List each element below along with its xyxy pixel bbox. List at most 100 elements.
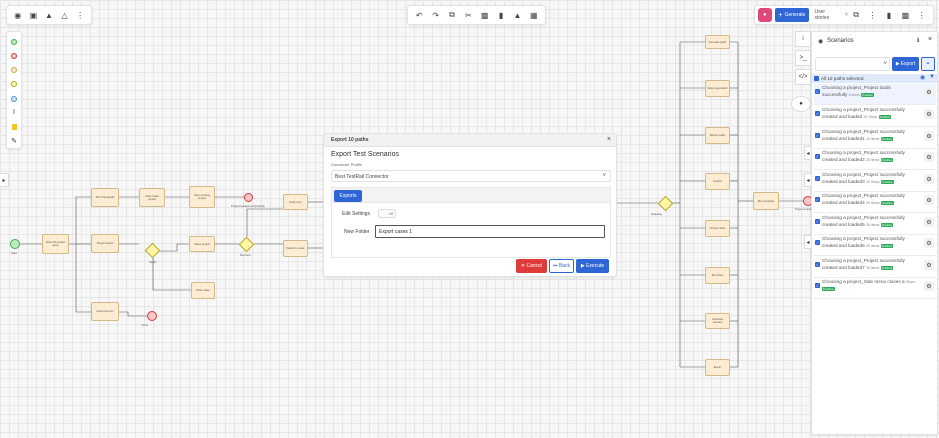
more-vertical-icon[interactable]: ⋮ bbox=[914, 7, 930, 23]
task-node[interactable]: Select project bbox=[189, 236, 215, 252]
scenario-item[interactable]: ✓ Choosing a project_Project successfull… bbox=[814, 106, 936, 127]
scenario-item[interactable]: ✓ Choosing a project_Project successfull… bbox=[814, 257, 936, 278]
gear-icon[interactable]: ⚙ bbox=[924, 174, 934, 184]
gear-icon[interactable]: ⚙ bbox=[924, 152, 934, 162]
gateway-icon[interactable] bbox=[6, 77, 22, 91]
task-node[interactable]: Fill in the details bbox=[91, 188, 119, 207]
copy-icon[interactable]: ⧉ bbox=[444, 7, 460, 23]
upload-icon[interactable]: ▲ bbox=[41, 7, 57, 23]
info-icon[interactable]: ℹ bbox=[917, 37, 919, 44]
gear-icon[interactable]: ⚙ bbox=[924, 195, 934, 205]
intermediate-event-icon[interactable] bbox=[6, 63, 22, 77]
layout-icon[interactable]: ▦ bbox=[526, 7, 542, 23]
generate-button[interactable]: + Generate bbox=[774, 8, 810, 22]
task-node[interactable]: Generate paths bbox=[705, 35, 730, 49]
globe-icon[interactable]: ◉ bbox=[10, 7, 26, 23]
task-node[interactable]: Generate scenario bbox=[705, 313, 730, 329]
flask-icon[interactable]: △ bbox=[57, 7, 73, 23]
task-node[interactable]: Select generation bbox=[705, 80, 730, 97]
scenario-checkbox[interactable]: ✓ bbox=[815, 89, 820, 94]
code-tab[interactable]: </> bbox=[795, 69, 811, 85]
chat-icon[interactable]: ▮ bbox=[881, 7, 897, 23]
gear-icon[interactable]: ⚙ bbox=[924, 281, 934, 291]
copy-icon[interactable]: ⧉ bbox=[848, 7, 864, 23]
end-event-icon[interactable] bbox=[6, 49, 22, 63]
task-node[interactable]: Export bbox=[705, 359, 730, 376]
gear-icon[interactable]: ⚙ bbox=[924, 109, 934, 119]
task-node[interactable]: Enter the project name bbox=[42, 234, 69, 254]
scenario-item[interactable]: ✓ Choosing a project_Project successfull… bbox=[814, 192, 936, 213]
task-node[interactable]: Project loaded bbox=[91, 234, 119, 253]
filter-icon[interactable]: ▼ bbox=[929, 74, 935, 80]
back-button[interactable]: ⏮ Back bbox=[549, 259, 574, 273]
gear-icon[interactable]: ⚙ bbox=[924, 131, 934, 141]
cut-icon[interactable]: ✂ bbox=[460, 7, 476, 23]
more-vertical-icon[interactable]: ⋮ bbox=[72, 7, 88, 23]
task-node[interactable]: Run Tests bbox=[705, 267, 730, 284]
terminal-tab[interactable]: >_ bbox=[795, 50, 811, 66]
scenario-checkbox[interactable]: ✓ bbox=[815, 219, 820, 224]
scenario-checkbox[interactable]: ✓ bbox=[815, 111, 820, 116]
redo-icon[interactable]: ↷ bbox=[427, 7, 443, 23]
gear-icon[interactable]: ⚙ bbox=[924, 87, 934, 97]
comments-icon[interactable]: ▩ bbox=[897, 7, 913, 23]
task-node[interactable]: Click create project bbox=[139, 188, 165, 207]
gear-icon[interactable]: ⚙ bbox=[924, 260, 934, 270]
execute-button[interactable]: ▶ Execute bbox=[576, 259, 609, 273]
delete-icon[interactable]: ▮ bbox=[493, 7, 509, 23]
save-icon[interactable]: ▣ bbox=[26, 7, 42, 23]
scenario-checkbox[interactable]: ✓ bbox=[815, 283, 820, 288]
scenario-item[interactable]: ✓ Choosing a project_Project successfull… bbox=[814, 149, 936, 170]
scenario-checkbox[interactable]: ✓ bbox=[815, 154, 820, 159]
scenario-checkbox[interactable]: ✓ bbox=[815, 176, 820, 181]
close-icon[interactable]: × bbox=[928, 36, 932, 43]
export-target-select[interactable]: ˅ bbox=[815, 57, 890, 71]
scenario-item[interactable]: ✓ Choosing a project_Side menu closes a … bbox=[814, 278, 936, 299]
pen-icon[interactable]: ✎ bbox=[6, 134, 22, 148]
tab-exports[interactable]: Exports bbox=[334, 190, 362, 202]
left-panel-toggle[interactable]: ▸ bbox=[0, 173, 9, 187]
task-node[interactable]: Choose Tests bbox=[705, 220, 730, 237]
eye-tab[interactable]: ● bbox=[791, 96, 811, 112]
user-stories-select[interactable]: User stories ˅ bbox=[814, 9, 847, 21]
scenario-item[interactable]: ✓ Choosing a project_Project successfull… bbox=[814, 235, 936, 256]
task-node[interactable]: Verify error bbox=[283, 194, 308, 210]
avatar[interactable]: ● bbox=[758, 8, 772, 22]
more-vertical-icon[interactable]: ⋮ bbox=[864, 7, 880, 23]
undo-icon[interactable]: ↶ bbox=[411, 7, 427, 23]
start-event-icon[interactable] bbox=[6, 35, 22, 49]
gear-icon[interactable]: ⚙ bbox=[924, 217, 934, 227]
scenario-item[interactable]: ✓ Choosing a project_Project successfull… bbox=[814, 214, 936, 235]
connector-select[interactable]: Best TestRail Connector ˅ bbox=[331, 170, 611, 182]
text-cursor-icon[interactable]: I bbox=[6, 106, 22, 120]
new-folder-input[interactable]: Export cases 1 bbox=[375, 225, 605, 238]
task-node[interactable]: Run scenarios bbox=[753, 192, 779, 210]
export-button[interactable]: ▶ Export bbox=[892, 57, 919, 71]
link-button[interactable]: ⚭ bbox=[921, 57, 935, 71]
scenario-item[interactable]: ✓ Choosing a project_Project loads succe… bbox=[814, 84, 936, 105]
task-node[interactable]: Failed to create bbox=[283, 240, 308, 257]
scenario-checkbox[interactable]: ✓ bbox=[815, 240, 820, 245]
data-object-icon[interactable] bbox=[6, 120, 22, 134]
cancel-button[interactable]: ✕ Cancel bbox=[516, 259, 547, 273]
scenario-checkbox[interactable]: ✓ bbox=[815, 133, 820, 138]
eye-icon[interactable]: ◉ bbox=[920, 74, 925, 81]
scenario-item[interactable]: ✓ Choosing a project_Project successfull… bbox=[814, 128, 936, 149]
close-icon[interactable]: × bbox=[607, 136, 611, 143]
scenario-checkbox[interactable]: ✓ bbox=[815, 197, 820, 202]
select-all-row[interactable]: All 10 paths selected. ◉ ▼ bbox=[812, 74, 937, 83]
select-all-checkbox[interactable] bbox=[814, 76, 819, 81]
scenario-item[interactable]: ✓ Choosing a project_Project successfull… bbox=[814, 171, 936, 192]
end-event[interactable] bbox=[244, 193, 253, 202]
edit-settings-toggle[interactable]: off bbox=[378, 209, 396, 218]
scenario-checkbox[interactable]: ✓ bbox=[815, 262, 820, 267]
start-event[interactable] bbox=[10, 239, 20, 249]
task-node[interactable]: Review paths bbox=[705, 127, 730, 144]
paste-icon[interactable]: ▩ bbox=[477, 7, 493, 23]
task-node[interactable]: Check the form bbox=[91, 302, 119, 321]
task-node[interactable]: Confirm bbox=[705, 173, 730, 190]
task-node[interactable]: Click create bbox=[191, 282, 215, 299]
info-tab[interactable]: i bbox=[795, 31, 811, 47]
task-node[interactable]: Open existing project bbox=[189, 186, 215, 208]
align-icon[interactable]: ▲ bbox=[509, 7, 525, 23]
